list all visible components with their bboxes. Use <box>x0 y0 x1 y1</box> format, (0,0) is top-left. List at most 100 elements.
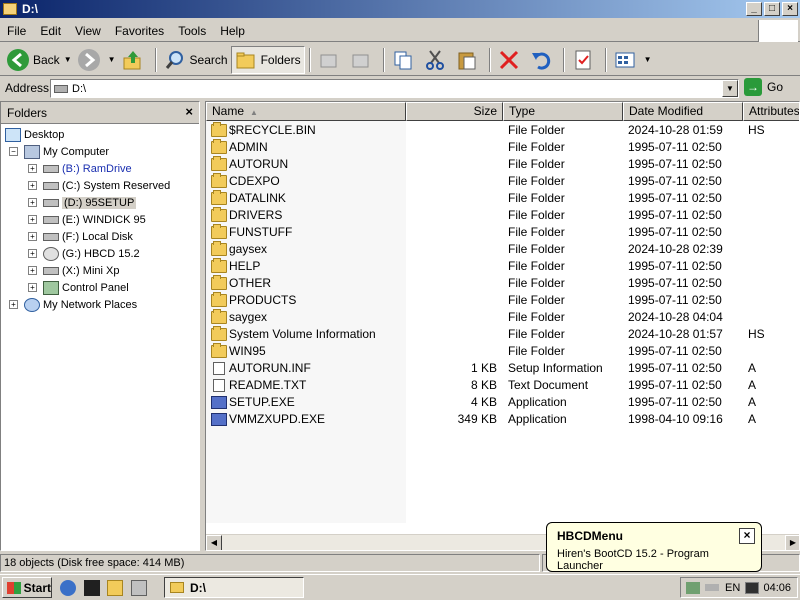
address-input[interactable]: D:\ ▼ <box>50 79 739 98</box>
file-name: ADMIN <box>229 140 268 154</box>
file-row[interactable]: OTHER File Folder 1995-07-11 02:50 <box>206 275 799 292</box>
file-row[interactable]: CDEXPO File Folder 1995-07-11 02:50 <box>206 173 799 190</box>
maximize-button[interactable]: □ <box>764 2 780 16</box>
tree-item-control-panel[interactable]: + Control Panel <box>28 279 129 296</box>
file-row[interactable]: FUNSTUFF File Folder 1995-07-11 02:50 <box>206 224 799 241</box>
file-row[interactable]: DATALINK File Folder 1995-07-11 02:50 <box>206 190 799 207</box>
tree-item-my-network-places[interactable]: + My Network Places <box>9 296 137 313</box>
tree-item-d-95setup[interactable]: + (D:) 95SETUP <box>28 194 137 211</box>
file-row[interactable]: SETUP.EXE 4 KB Application 1995-07-11 02:50… <box>206 394 799 411</box>
network-icon <box>24 297 40 312</box>
copy-button[interactable] <box>389 46 421 74</box>
expand-icon[interactable]: + <box>28 283 37 292</box>
expand-icon[interactable]: + <box>28 215 37 224</box>
go-button[interactable]: → Go <box>744 78 783 96</box>
copy-to-button[interactable] <box>347 46 379 74</box>
hbcd-menu-icon[interactable] <box>745 581 760 594</box>
language-indicator[interactable]: EN <box>725 582 740 594</box>
sort-ascending-icon: ▲ <box>250 108 258 117</box>
folders-pane-close-icon[interactable]: × <box>185 104 193 119</box>
application-icon <box>211 413 227 426</box>
tree-item-x-mini-xp[interactable]: + (X:) Mini Xp <box>28 262 119 279</box>
scroll-right-icon[interactable]: ▶ <box>785 535 799 550</box>
expand-icon[interactable]: + <box>9 300 18 309</box>
tree-item-e-windick-95[interactable]: + (E:) WINDICK 95 <box>28 211 146 228</box>
file-row[interactable]: WIN95 File Folder 1995-07-11 02:50 <box>206 343 799 360</box>
file-row[interactable]: ADMIN File Folder 1995-07-11 02:50 <box>206 139 799 156</box>
file-row[interactable]: HELP File Folder 1995-07-11 02:50 <box>206 258 799 275</box>
file-row[interactable]: System Volume Information File Folder 2024… <box>206 326 799 343</box>
back-dropdown-icon[interactable]: ▼ <box>64 55 72 64</box>
start-button[interactable]: Start <box>2 577 52 598</box>
address-dropdown-icon[interactable]: ▼ <box>722 80 738 97</box>
column-attributes[interactable]: Attributes <box>743 102 799 121</box>
collapse-icon[interactable]: − <box>9 147 18 156</box>
file-row[interactable]: AUTORUN.INF 1 KB Setup Information 1995-07-… <box>206 360 799 377</box>
search-button[interactable]: Search <box>161 46 231 74</box>
column-name[interactable]: Name ▲ <box>206 102 406 121</box>
file-row[interactable]: README.TXT 8 KB Text Document 1995-07-11 02… <box>206 377 799 394</box>
forward-dropdown-icon[interactable]: ▼ <box>108 55 116 64</box>
undo-button[interactable] <box>527 46 559 74</box>
tree-item-b-ramdrive[interactable]: + (B:) RamDrive <box>28 160 132 177</box>
expand-icon[interactable]: + <box>28 249 37 258</box>
views-dropdown-icon[interactable]: ▼ <box>644 55 652 64</box>
delete-button[interactable] <box>495 46 527 74</box>
taskbar-window-button[interactable]: D:\ <box>164 577 304 598</box>
tree-item-label: Control Panel <box>62 281 129 294</box>
folders-button[interactable]: Folders <box>230 45 305 74</box>
close-button[interactable]: × <box>782 2 798 16</box>
expand-icon[interactable]: + <box>28 266 37 275</box>
expand-icon[interactable]: + <box>28 232 37 241</box>
file-row[interactable]: $RECYCLE.BIN File Folder 2024-10-28 01:59 H… <box>206 122 799 139</box>
scroll-left-icon[interactable]: ◀ <box>206 535 222 550</box>
file-row[interactable]: PRODUCTS File Folder 1995-07-11 02:50 <box>206 292 799 309</box>
file-attributes: HS <box>748 123 765 137</box>
file-type: Setup Information <box>508 361 603 375</box>
menu-help[interactable]: Help <box>213 24 252 38</box>
tree-item-f-local-disk[interactable]: + (F:) Local Disk <box>28 228 133 245</box>
column-size[interactable]: Size <box>406 102 503 121</box>
show-desktop-icon[interactable] <box>131 580 147 596</box>
menu-file[interactable]: File <box>0 24 33 38</box>
menu-tools[interactable]: Tools <box>171 24 213 38</box>
file-row[interactable]: VMMZXUPD.EXE 349 KB Application 1998-04-10 … <box>206 411 799 428</box>
balloon-close-icon[interactable]: × <box>739 528 755 544</box>
expand-icon[interactable]: + <box>28 164 37 173</box>
tree-item-c-system-reserved[interactable]: + (C:) System Reserved <box>28 177 170 194</box>
file-row[interactable]: DRIVERS File Folder 1995-07-11 02:50 <box>206 207 799 224</box>
toolbar-separator <box>382 47 385 72</box>
expand-icon[interactable]: + <box>28 181 37 190</box>
minimize-button[interactable]: _ <box>746 2 762 16</box>
cut-button[interactable] <box>421 46 453 74</box>
move-to-button[interactable] <box>315 46 347 74</box>
menu-favorites[interactable]: Favorites <box>108 24 171 38</box>
up-button[interactable] <box>119 46 151 74</box>
tree-item-label: (G:) HBCD 15.2 <box>62 247 140 260</box>
file-row[interactable]: gaysex File Folder 2024-10-28 02:39 <box>206 241 799 258</box>
menu-view[interactable]: View <box>68 24 108 38</box>
properties-button[interactable] <box>569 46 601 74</box>
explorer-icon[interactable] <box>107 580 123 596</box>
expand-icon[interactable]: + <box>28 198 37 207</box>
file-name: System Volume Information <box>229 327 376 341</box>
views-button[interactable]: ▼ <box>611 46 655 74</box>
column-type[interactable]: Type <box>503 102 623 121</box>
drive-tray-icon[interactable] <box>705 584 719 591</box>
file-row[interactable]: saygex File Folder 2024-10-28 04:04 <box>206 309 799 326</box>
hardware-icon[interactable] <box>686 581 700 594</box>
address-value: D:\ <box>72 82 87 95</box>
paste-button[interactable] <box>453 46 485 74</box>
notification-balloon[interactable]: HBCDMenu Hiren's BootCD 15.2 - Program L… <box>546 522 762 572</box>
forward-button[interactable]: ▼ <box>75 46 119 74</box>
column-modified[interactable]: Date Modified <box>623 102 743 121</box>
tree-item-my-computer[interactable]: − My Computer <box>9 143 109 160</box>
command-prompt-icon[interactable] <box>84 580 100 596</box>
file-row[interactable]: AUTORUN File Folder 1995-07-11 02:50 <box>206 156 799 173</box>
internet-explorer-icon[interactable] <box>60 580 76 596</box>
tree-item-desktop[interactable]: Desktop <box>5 126 64 143</box>
back-button[interactable]: Back ▼ <box>4 46 75 74</box>
menu-edit[interactable]: Edit <box>33 24 68 38</box>
clock[interactable]: 04:06 <box>763 582 791 594</box>
tree-item-g-hbcd[interactable]: + (G:) HBCD 15.2 <box>28 245 140 262</box>
